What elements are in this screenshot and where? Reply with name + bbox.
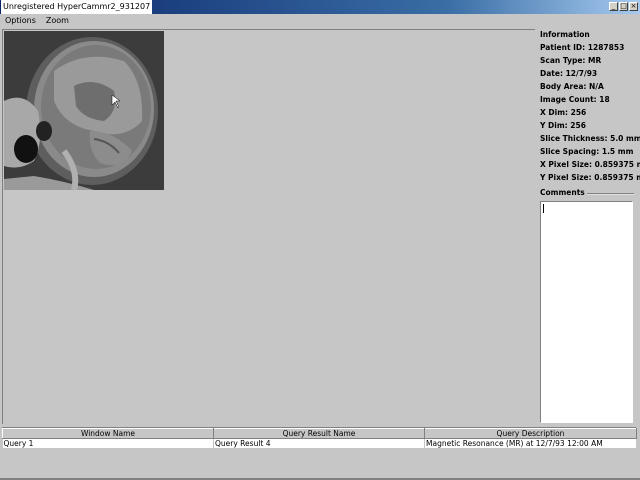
menu-options[interactable]: Options (0, 14, 41, 28)
y-pixel-size: Y Pixel Size: 0.859375 mm (540, 173, 640, 182)
column-header-query-result-name[interactable]: Query Result Name (213, 428, 425, 439)
title-bar: Unregistered HyperCammr2_931207 _ □ × (0, 0, 640, 14)
text-caret (543, 204, 544, 213)
comments-textarea[interactable] (540, 201, 633, 423)
image-viewer[interactable] (2, 29, 535, 424)
information-panel: Information Patient ID: 1287853 Scan Typ… (536, 29, 640, 184)
scan-date: Date: 12/7/93 (540, 69, 598, 78)
query-results-table: Window Name Query Result Name Query Desc… (2, 427, 637, 478)
mri-sagittal-graphic (4, 31, 164, 190)
close-button[interactable]: × (629, 2, 638, 11)
cell-query-description[interactable]: Magnetic Resonance (MR) at 12/7/93 12:00… (424, 438, 637, 448)
window-title-fragment: mr2_931207 (99, 2, 151, 11)
menu-zoom[interactable]: Zoom (41, 14, 74, 28)
body-area: Body Area: N/A (540, 82, 604, 91)
image-count: Image Count: 18 (540, 95, 610, 104)
minimize-button[interactable]: _ (609, 2, 618, 11)
x-dim: X Dim: 256 (540, 108, 587, 117)
slice-spacing: Slice Spacing: 1.5 mm (540, 147, 634, 156)
window-title: Unregistered HyperCammr2_931207 (1, 0, 153, 14)
maximize-button[interactable]: □ (619, 2, 628, 11)
column-header-query-description[interactable]: Query Description (424, 428, 637, 439)
patient-id: Patient ID: 1287853 (540, 43, 625, 52)
slice-thickness: Slice Thickness: 5.0 mm (540, 134, 640, 143)
y-dim: Y Dim: 256 (540, 121, 586, 130)
column-header-window-name[interactable]: Window Name (2, 428, 214, 439)
table-row[interactable]: Query 1 Query Result 4 Magnetic Resonanc… (2, 438, 637, 448)
scan-type: Scan Type: MR (540, 56, 602, 65)
x-pixel-size: X Pixel Size: 0.859375 mm (540, 160, 640, 169)
mri-scan-image[interactable] (4, 31, 164, 190)
information-heading: Information (538, 30, 592, 39)
cell-window-name[interactable]: Query 1 (2, 438, 214, 448)
window-title-label: Unregistered HyperCam (3, 2, 100, 11)
menu-bar: Options Zoom (0, 14, 640, 28)
cell-query-result-name[interactable]: Query Result 4 (213, 438, 425, 448)
comments-heading: Comments (538, 188, 587, 197)
